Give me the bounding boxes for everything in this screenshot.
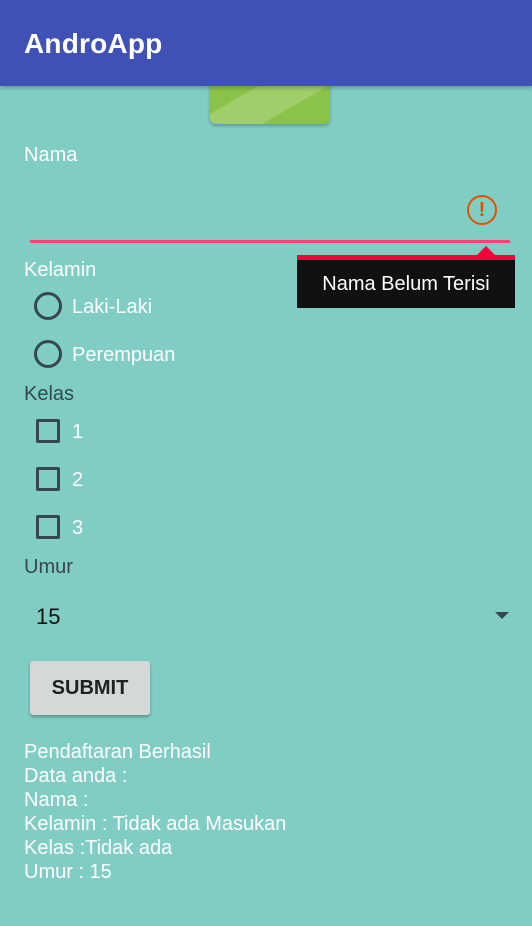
dropdown-triangle-icon[interactable] [495, 612, 509, 619]
checkbox-kelas-1[interactable] [36, 419, 60, 443]
radio-label-laki-laki[interactable]: Laki-Laki [72, 296, 152, 319]
result-line-gender: Kelamin : Tidak ada Masukan [24, 813, 287, 835]
checkbox-kelas-2[interactable] [36, 467, 60, 491]
alert-circle-icon: ! [467, 195, 497, 225]
result-text: Pendaftaran Berhasil Data anda : Nama : … [24, 740, 286, 884]
checkbox-label-kelas-1[interactable]: 1 [72, 421, 83, 444]
class-label: Kelas [24, 383, 75, 405]
age-label: Umur [24, 556, 73, 578]
age-spinner[interactable] [24, 590, 520, 642]
error-tooltip-arrow [477, 246, 495, 255]
result-line-name: Nama : [24, 789, 89, 811]
radio-laki-laki[interactable] [34, 292, 62, 320]
checkbox-label-kelas-3[interactable]: 3 [72, 517, 83, 540]
result-line-age: Umur : 15 [24, 861, 112, 883]
name-input[interactable] [30, 180, 510, 243]
error-tooltip: Nama Belum Terisi [297, 255, 515, 308]
result-line-heading: Data anda : [24, 765, 128, 787]
radio-label-perempuan[interactable]: Perempuan [72, 344, 175, 367]
gender-label: Kelamin [24, 259, 97, 281]
checkbox-kelas-3[interactable] [36, 515, 60, 539]
result-line-status: Pendaftaran Berhasil [24, 741, 211, 763]
result-line-class: Kelas :Tidak ada [24, 837, 173, 859]
age-spinner-value[interactable]: 15 [36, 604, 60, 630]
checkbox-label-kelas-2[interactable]: 2 [72, 469, 83, 492]
radio-perempuan[interactable] [34, 340, 62, 368]
name-label: Nama [24, 144, 78, 166]
app-title: AndroApp [24, 28, 163, 59]
submit-button[interactable]: SUBMIT [30, 661, 150, 715]
app-bar: AndroApp [0, 0, 532, 86]
